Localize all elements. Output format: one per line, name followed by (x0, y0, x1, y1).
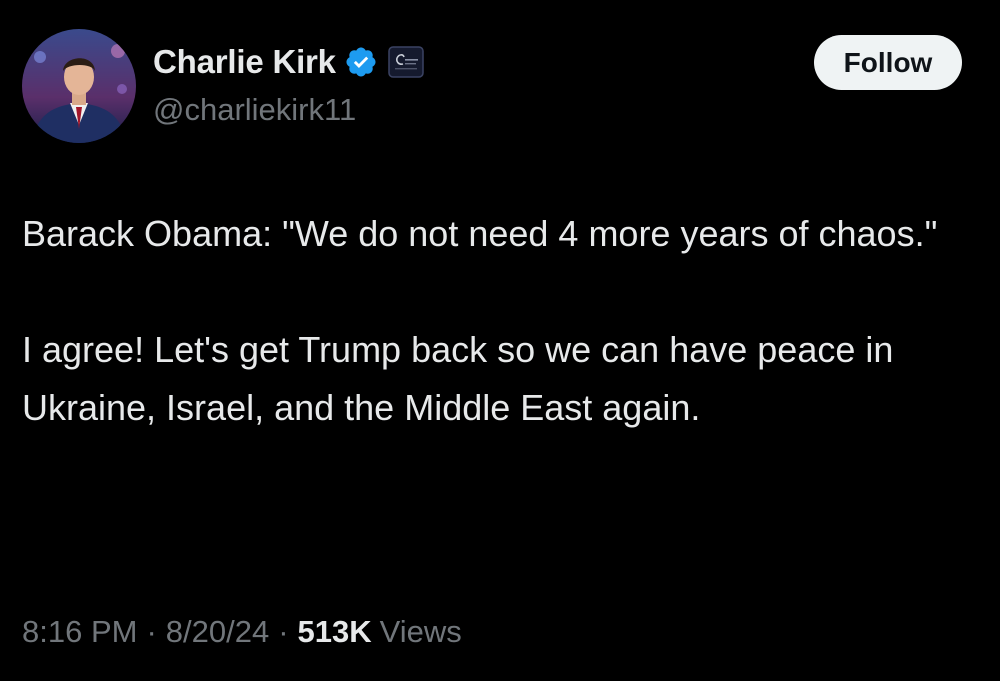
views-label: Views (379, 614, 462, 649)
avatar-image (22, 29, 136, 143)
tweet-paragraph: Barack Obama: "We do not need 4 more yea… (22, 213, 938, 254)
tweet-metadata: 8:16 PM · 8/20/24 · 513K Views (22, 614, 462, 650)
tweet-time[interactable]: 8:16 PM (22, 614, 137, 650)
author-display-name[interactable]: Charlie Kirk (153, 43, 336, 81)
avatar[interactable] (22, 29, 136, 143)
meta-separator: · (146, 614, 157, 649)
author-name-row: Charlie Kirk (153, 40, 424, 84)
tweet-date[interactable]: 8/20/24 (166, 614, 269, 650)
tweet-paragraph: I agree! Let's get Trump back so we can … (22, 329, 894, 428)
follow-button[interactable]: Follow (814, 35, 962, 90)
organization-logo-icon[interactable] (388, 46, 424, 78)
verified-badge-icon[interactable] (344, 45, 378, 79)
meta-separator: · (278, 614, 289, 649)
tweet-text: Barack Obama: "We do not need 4 more yea… (22, 205, 982, 437)
tweet-card: Charlie Kirk @charliekirk11 Follow Barac… (0, 0, 1000, 681)
views-count[interactable]: 513K (298, 614, 372, 650)
author-handle[interactable]: @charliekirk11 (153, 92, 356, 128)
